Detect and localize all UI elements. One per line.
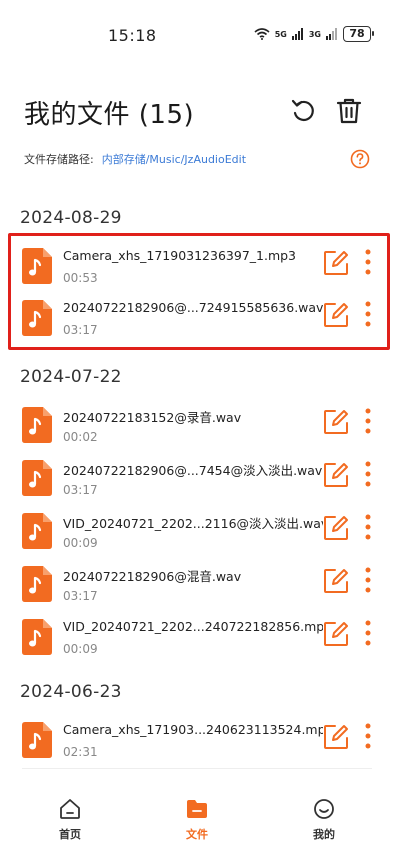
audio-file-icon — [22, 248, 52, 284]
audio-file-icon — [22, 619, 52, 655]
edit-icon — [324, 463, 348, 487]
file-duration: 03:17 — [63, 589, 98, 603]
more-vertical-icon — [365, 620, 371, 646]
network-5g-label: 5G — [274, 29, 287, 39]
more-options-button[interactable] — [362, 300, 374, 328]
audio-file-icon — [22, 722, 52, 758]
edit-button[interactable] — [323, 250, 349, 276]
more-options-button[interactable] — [362, 566, 374, 594]
nav-label-files: 文件 — [186, 828, 208, 841]
file-row[interactable]: 20240722183152@录音.wav 00:02 — [22, 403, 382, 455]
wifi-icon — [254, 28, 270, 40]
signal-icon — [291, 28, 303, 40]
file-name: Camera_xhs_171903...240623113524.mp3 — [63, 722, 323, 737]
more-vertical-icon — [365, 567, 371, 593]
file-row[interactable]: 20240722182906@...7454@淡入淡出.wav 03:17 — [22, 456, 382, 508]
more-vertical-icon — [365, 723, 371, 749]
trash-icon — [336, 98, 362, 124]
signal-icon-2 — [326, 28, 337, 40]
nav-item-files[interactable]: 文件 — [167, 798, 227, 842]
date-header: 2024-08-29 — [20, 208, 122, 228]
app-screen: 15:18 5G 3G 78 我的文件 (15) 文件存储路径: 内部存储/Mu… — [0, 0, 395, 858]
more-vertical-icon — [365, 461, 371, 487]
edit-icon — [324, 251, 348, 275]
refresh-icon — [291, 99, 314, 122]
edit-button[interactable] — [323, 621, 349, 647]
status-bar: 15:18 5G 3G 78 — [0, 0, 395, 70]
file-duration: 00:09 — [63, 642, 98, 656]
page-title: 我的文件 (15) — [24, 100, 195, 130]
list-divider — [22, 768, 372, 769]
more-vertical-icon — [365, 514, 371, 540]
edit-icon — [324, 303, 348, 327]
folder-icon — [187, 800, 207, 818]
date-header: 2024-06-23 — [20, 682, 122, 702]
more-options-button[interactable] — [362, 248, 374, 276]
file-row[interactable]: VID_20240721_2202...2116@淡入淡出.wav 00:09 — [22, 509, 382, 561]
file-name: 20240722182906@...724915585636.wav — [63, 300, 323, 315]
file-duration: 03:17 — [63, 483, 98, 497]
more-vertical-icon — [365, 408, 371, 434]
storage-path-link[interactable]: 内部存储/Music/JzAudioEdit — [102, 151, 246, 167]
file-row[interactable]: Camera_xhs_1719031236397_1.mp3 00:53 — [22, 244, 382, 296]
audio-file-icon — [22, 407, 52, 443]
file-duration: 00:09 — [63, 536, 98, 550]
edit-icon — [324, 725, 348, 749]
refresh-button[interactable] — [288, 96, 318, 126]
more-vertical-icon — [365, 249, 371, 275]
date-header: 2024-07-22 — [20, 367, 122, 387]
file-duration: 03:17 — [63, 323, 98, 337]
edit-icon — [324, 410, 348, 434]
status-time: 15:18 — [108, 26, 157, 45]
help-button[interactable] — [350, 149, 370, 169]
edit-icon — [324, 622, 348, 646]
edit-icon — [324, 569, 348, 593]
nav-item-home[interactable]: 首页 — [40, 798, 100, 842]
edit-button[interactable] — [323, 302, 349, 328]
file-duration: 00:53 — [63, 271, 98, 285]
edit-icon — [324, 516, 348, 540]
edit-button[interactable] — [323, 409, 349, 435]
network-3g-label: 3G — [308, 29, 321, 39]
help-icon — [350, 149, 370, 169]
nav-label-home: 首页 — [59, 828, 81, 841]
more-options-button[interactable] — [362, 460, 374, 488]
edit-button[interactable] — [323, 462, 349, 488]
nav-label-profile: 我的 — [313, 828, 335, 841]
file-name: VID_20240721_2202...240722182856.mp3 — [63, 619, 323, 634]
delete-button[interactable] — [334, 96, 364, 126]
file-row[interactable]: Camera_xhs_171903...240623113524.mp3 02:… — [22, 718, 382, 770]
more-options-button[interactable] — [362, 619, 374, 647]
bottom-navigation: 首页 文件 我的 — [0, 780, 395, 858]
file-name: VID_20240721_2202...2116@淡入淡出.wav — [63, 516, 323, 531]
file-name: 20240722182906@...7454@淡入淡出.wav — [63, 463, 323, 478]
battery-icon: 78 — [343, 26, 374, 42]
audio-file-icon — [22, 300, 52, 336]
profile-icon — [314, 799, 334, 819]
edit-button[interactable] — [323, 724, 349, 750]
edit-button[interactable] — [323, 568, 349, 594]
storage-path: 文件存储路径: 内部存储/Music/JzAudioEdit — [24, 151, 246, 167]
more-options-button[interactable] — [362, 513, 374, 541]
file-duration: 02:31 — [63, 745, 98, 759]
file-duration: 00:02 — [63, 430, 98, 444]
status-icons: 5G 3G 78 — [254, 26, 374, 42]
storage-path-label: 文件存储路径: — [24, 153, 94, 166]
file-row[interactable]: 20240722182906@...724915585636.wav 03:17 — [22, 296, 382, 348]
file-name: 20240722183152@录音.wav — [63, 410, 242, 425]
nav-item-profile[interactable]: 我的 — [294, 798, 354, 842]
file-row[interactable]: VID_20240721_2202...240722182856.mp3 00:… — [22, 615, 382, 667]
audio-file-icon — [22, 460, 52, 496]
more-options-button[interactable] — [362, 407, 374, 435]
file-row[interactable]: 20240722182906@混音.wav 03:17 — [22, 562, 382, 614]
file-name: Camera_xhs_1719031236397_1.mp3 — [63, 248, 297, 263]
home-icon — [60, 799, 80, 819]
audio-file-icon — [22, 513, 52, 549]
more-vertical-icon — [365, 301, 371, 327]
edit-button[interactable] — [323, 515, 349, 541]
audio-file-icon — [22, 566, 52, 602]
more-options-button[interactable] — [362, 722, 374, 750]
file-name: 20240722182906@混音.wav — [63, 569, 242, 584]
